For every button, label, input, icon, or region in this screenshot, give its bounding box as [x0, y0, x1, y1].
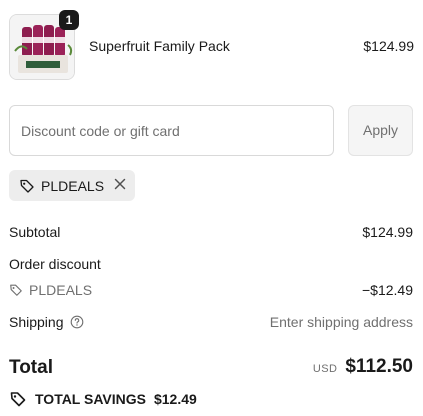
- shipping-label: Shipping: [9, 314, 64, 330]
- savings-value: $12.49: [153, 391, 197, 407]
- tag-icon: [20, 179, 34, 193]
- order-discount-label: Order discount: [9, 256, 101, 272]
- subtotal-row: Subtotal $124.99: [9, 224, 413, 240]
- order-discount-row: Order discount: [9, 256, 413, 272]
- savings-label: TOTAL SAVINGS: [35, 391, 146, 407]
- order-discount-code: PLDEALS: [9, 282, 413, 298]
- help-circle-icon[interactable]: [70, 315, 84, 329]
- tag-icon: [10, 284, 22, 296]
- close-icon[interactable]: [114, 178, 126, 190]
- total-label: Total: [9, 357, 53, 378]
- total-amount: $112.50: [345, 356, 413, 377]
- order-discount-detail-row: PLDEALS −$12.49: [9, 282, 413, 298]
- order-discount-code-text: PLDEALS: [29, 282, 93, 298]
- shipping-row: Shipping Enter shipping address: [9, 314, 413, 330]
- apply-button[interactable]: Apply: [348, 105, 413, 156]
- quantity-badge: 1: [59, 10, 79, 30]
- total-amount-group: USD $112.50: [313, 356, 413, 378]
- product-name: Superfruit Family Pack: [89, 38, 230, 54]
- discount-code-input[interactable]: [9, 105, 334, 156]
- shipping-value: Enter shipping address: [269, 314, 413, 330]
- line-item: 1 Superfruit Family Pack $124.99: [9, 10, 414, 80]
- applied-discount-chip: PLDEALS: [9, 170, 136, 201]
- remove-discount-button[interactable]: [114, 177, 126, 194]
- subtotal-label: Subtotal: [9, 224, 61, 240]
- order-discount-value: −$12.49: [362, 282, 413, 298]
- savings-tag-icon: [10, 392, 26, 407]
- total-savings-row: TOTAL SAVINGS $12.49: [9, 390, 197, 408]
- applied-discount-code: PLDEALS: [41, 177, 105, 194]
- subtotal-value: $124.99: [362, 224, 413, 240]
- product-price: $124.99: [363, 38, 414, 54]
- currency-code: USD: [312, 363, 338, 375]
